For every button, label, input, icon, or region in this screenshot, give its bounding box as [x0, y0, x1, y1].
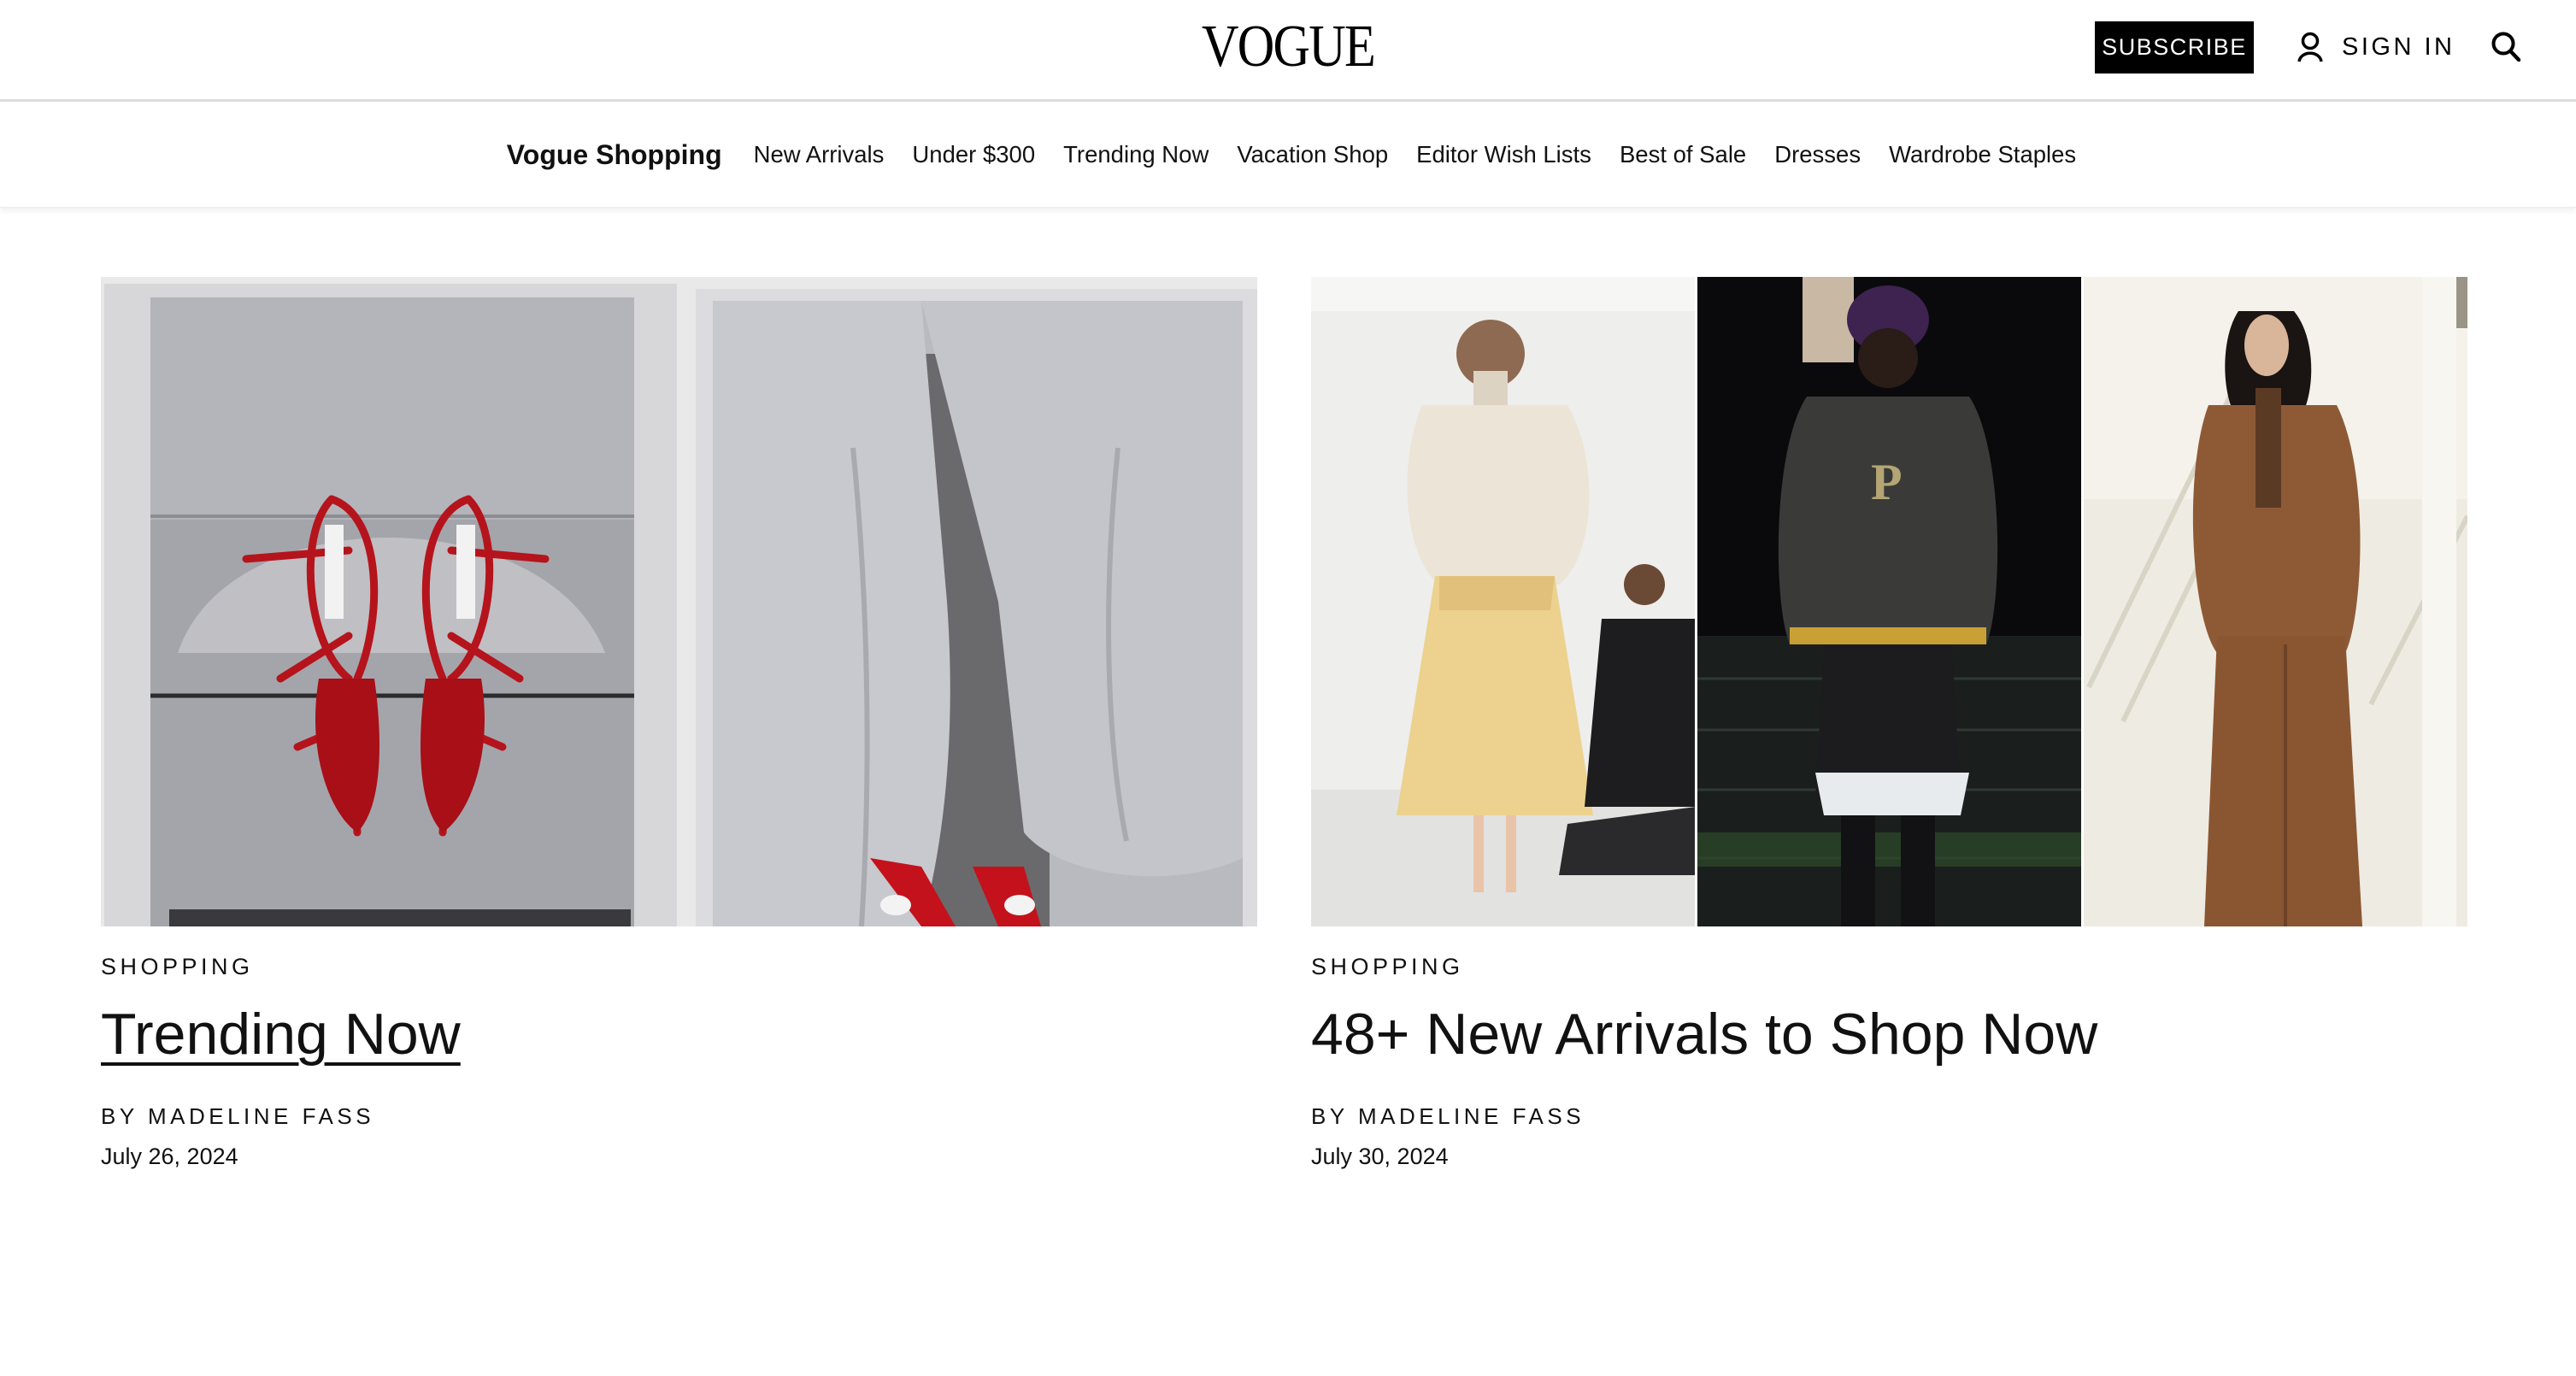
article-image-runway-looks[interactable]: P: [1311, 277, 2467, 926]
article-byline: BY MADELINE FASS: [101, 1103, 1257, 1130]
logo-text[interactable]: VOGUE: [1202, 17, 1376, 77]
svg-text:P: P: [1871, 454, 1903, 510]
user-icon: [2297, 32, 2323, 62]
section-nav: Vogue Shopping New Arrivals Under $300 T…: [0, 102, 2576, 208]
byline-prefix: BY: [1311, 1103, 1349, 1129]
article-title[interactable]: Trending Now: [101, 1000, 1257, 1068]
nav-brand-vogue-shopping[interactable]: Vogue Shopping: [507, 139, 722, 171]
article-title[interactable]: 48+ New Arrivals to Shop Now: [1311, 1000, 2467, 1068]
nav-link-vacation-shop[interactable]: Vacation Shop: [1237, 141, 1388, 168]
article-date: July 30, 2024: [1311, 1144, 1449, 1169]
nav-link-trending-now[interactable]: Trending Now: [1063, 141, 1209, 168]
article-card: P SHOPPING 48+ New Arrivals to Shop Now …: [1311, 277, 2467, 1171]
subscribe-button[interactable]: SUBSCRIBE: [2095, 21, 2254, 74]
nav-link-under-300[interactable]: Under $300: [912, 141, 1035, 168]
author-link[interactable]: MADELINE FASS: [1358, 1103, 1585, 1129]
site-header: VOGUE SUBSCRIBE SIGN IN: [0, 0, 2576, 102]
nav-link-editor-wish-lists[interactable]: Editor Wish Lists: [1416, 141, 1591, 168]
byline-prefix: BY: [101, 1103, 138, 1129]
search-icon[interactable]: [2491, 31, 2521, 63]
nav-link-wardrobe-staples[interactable]: Wardrobe Staples: [1889, 141, 2076, 168]
vogue-logo[interactable]: VOGUE: [1188, 17, 1389, 77]
article-date: July 26, 2024: [101, 1144, 238, 1169]
article-byline: BY MADELINE FASS: [1311, 1103, 2467, 1130]
nav-link-best-of-sale[interactable]: Best of Sale: [1620, 141, 1746, 168]
article-image-sandals-trousers[interactable]: [101, 277, 1257, 926]
sign-in-link[interactable]: SIGN IN: [2297, 28, 2455, 66]
nav-link-dresses[interactable]: Dresses: [1774, 141, 1861, 168]
article-kicker[interactable]: SHOPPING: [1311, 952, 2467, 981]
nav-items: Vogue Shopping New Arrivals Under $300 T…: [0, 102, 2576, 208]
nav-link-new-arrivals[interactable]: New Arrivals: [754, 141, 885, 168]
article-kicker[interactable]: SHOPPING: [101, 952, 1257, 981]
sign-in-label[interactable]: SIGN IN: [2342, 33, 2455, 62]
author-link[interactable]: MADELINE FASS: [148, 1103, 374, 1129]
article-card: SHOPPING Trending Now BY MADELINE FASS J…: [101, 277, 1257, 1171]
